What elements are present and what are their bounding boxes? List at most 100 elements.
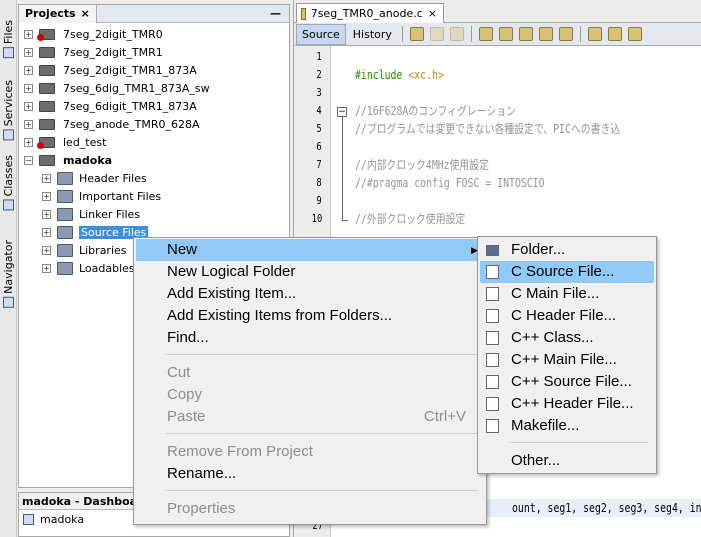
project-icon bbox=[39, 154, 55, 166]
submenu-item[interactable]: Makefile... bbox=[480, 415, 654, 437]
menu-item-paste[interactable]: Paste Ctrl+V bbox=[136, 406, 484, 428]
menu-item-new[interactable]: New ▶ bbox=[136, 239, 484, 261]
expand-icon[interactable]: + bbox=[24, 29, 33, 39]
project-item[interactable]: +7seg_2digit_TMR0 bbox=[24, 25, 163, 43]
code-line: //外部クロック使用設定 bbox=[355, 212, 466, 226]
project-item[interactable]: +7seg_6digit_TMR1_873A bbox=[24, 97, 197, 115]
submenu-item[interactable]: C++ Main File... bbox=[480, 349, 654, 371]
submenu-item[interactable]: C++ Header File... bbox=[480, 393, 654, 415]
source-button[interactable]: Source bbox=[296, 23, 346, 45]
expand-icon[interactable]: + bbox=[42, 209, 51, 219]
expand-icon[interactable]: + bbox=[24, 83, 33, 93]
project-item[interactable]: − madoka bbox=[24, 151, 112, 169]
expand-icon[interactable]: + bbox=[42, 227, 51, 237]
menu-separator bbox=[166, 354, 478, 355]
dashboard-icon bbox=[23, 514, 34, 525]
menu-item-new-logical-folder[interactable]: New Logical Folder bbox=[136, 261, 484, 283]
folder-icon bbox=[57, 261, 73, 275]
submenu-item[interactable]: C Header File... bbox=[480, 305, 654, 327]
project-item[interactable]: +7seg_2digit_TMR1_873A bbox=[24, 61, 197, 79]
logical-folder[interactable]: + Loadables bbox=[42, 259, 135, 277]
cpp-file-icon bbox=[486, 353, 499, 367]
classes-icon bbox=[3, 199, 14, 211]
submenu-item[interactable]: Other... bbox=[480, 450, 654, 472]
line-number: 8 bbox=[316, 176, 322, 189]
project-item[interactable]: +7seg_6dig_TMR1_873A_sw bbox=[24, 79, 210, 97]
new-submenu: Folder... C Source File... C Main File... C… bbox=[477, 236, 657, 474]
logical-folder[interactable]: + Important Files bbox=[42, 187, 161, 205]
code-line-26: ount, seg1, seg2, seg3, seg4, in bbox=[512, 501, 701, 515]
folder-icon bbox=[486, 245, 499, 256]
expand-icon[interactable]: + bbox=[42, 263, 51, 273]
navigator-tab[interactable]: Navigator bbox=[1, 240, 16, 308]
fold-icon[interactable]: − bbox=[337, 107, 347, 117]
close-icon[interactable]: × bbox=[81, 7, 90, 20]
submenu-item[interactable]: C++ Source File... bbox=[480, 371, 654, 393]
c-file-icon bbox=[486, 287, 499, 301]
next-bookmark-icon[interactable] bbox=[607, 27, 622, 41]
logical-folder[interactable]: + Libraries bbox=[42, 241, 127, 259]
projects-tab[interactable]: Projects × bbox=[19, 4, 97, 23]
expand-icon[interactable]: + bbox=[42, 173, 51, 183]
expand-icon[interactable]: + bbox=[42, 191, 51, 201]
rectangular-selection-icon[interactable] bbox=[558, 27, 573, 41]
menu-item-add-existing-items-from-folders[interactable]: Add Existing Items from Folders... bbox=[136, 305, 484, 327]
expand-icon[interactable]: + bbox=[24, 119, 33, 129]
services-tab[interactable]: Services bbox=[1, 80, 16, 141]
toggle-bookmark-icon[interactable] bbox=[627, 27, 642, 41]
editor-tab[interactable]: 7seg_TMR0_anode.c × bbox=[296, 3, 444, 23]
toggle-highlight-icon[interactable] bbox=[538, 27, 553, 41]
minimize-button[interactable]: — bbox=[270, 7, 281, 20]
close-icon[interactable]: × bbox=[428, 7, 437, 20]
menu-separator bbox=[510, 442, 648, 443]
context-menu: New ▶ New Logical Folder Add Existing Item.… bbox=[133, 237, 487, 525]
forward-icon[interactable] bbox=[449, 27, 464, 41]
last-edit-icon[interactable] bbox=[409, 27, 424, 41]
project-icon bbox=[39, 82, 55, 94]
code-line: //#pragma config FOSC = INTOSCIO bbox=[355, 176, 545, 190]
folder-icon bbox=[57, 207, 73, 221]
expand-icon[interactable]: + bbox=[24, 65, 33, 75]
line-number: 4 bbox=[316, 104, 322, 117]
project-item[interactable]: +7seg_anode_TMR0_628A bbox=[24, 115, 200, 133]
cpp-file-icon bbox=[486, 375, 499, 389]
history-button[interactable]: History bbox=[348, 25, 397, 44]
cpp-file-icon bbox=[486, 331, 499, 345]
menu-item-add-existing-item[interactable]: Add Existing Item... bbox=[136, 283, 484, 305]
expand-icon[interactable]: + bbox=[24, 137, 33, 147]
expand-icon[interactable]: + bbox=[24, 101, 33, 111]
menu-item-find[interactable]: Find... bbox=[136, 327, 484, 349]
project-icon bbox=[37, 28, 55, 41]
line-number: 1 bbox=[316, 50, 322, 63]
menu-item-cut[interactable]: Cut bbox=[136, 362, 484, 384]
submenu-item[interactable]: C Source File... bbox=[480, 261, 654, 283]
classes-tab[interactable]: Classes bbox=[1, 155, 16, 211]
submenu-item[interactable]: C++ Class... bbox=[480, 327, 654, 349]
code-line: //16F628Aのコンフィグレーション bbox=[355, 104, 516, 118]
project-item[interactable]: + led_test bbox=[24, 133, 106, 151]
expand-icon[interactable]: + bbox=[24, 47, 33, 57]
menu-item-remove-from-project[interactable]: Remove From Project bbox=[136, 441, 484, 463]
expand-icon[interactable]: + bbox=[42, 245, 51, 255]
find-previous-icon[interactable] bbox=[498, 27, 513, 41]
project-item[interactable]: +7seg_2digit_TMR1 bbox=[24, 43, 163, 61]
find-next-icon[interactable] bbox=[518, 27, 533, 41]
line-number: 6 bbox=[316, 140, 322, 153]
find-icon[interactable] bbox=[478, 27, 493, 41]
back-icon[interactable] bbox=[429, 27, 444, 41]
folder-icon bbox=[57, 225, 73, 239]
editor-toolbar: Source History bbox=[294, 23, 701, 46]
collapse-icon[interactable]: − bbox=[24, 155, 33, 165]
menu-item-properties[interactable]: Properties bbox=[136, 498, 484, 520]
files-tab[interactable]: Files bbox=[1, 20, 16, 59]
project-icon bbox=[39, 118, 55, 130]
menu-item-rename[interactable]: Rename... bbox=[136, 463, 484, 485]
project-icon bbox=[37, 136, 55, 149]
logical-folder[interactable]: + Linker Files bbox=[42, 205, 140, 223]
logical-folder[interactable]: + Header Files bbox=[42, 169, 147, 187]
menu-item-copy[interactable]: Copy bbox=[136, 384, 484, 406]
submenu-item[interactable]: C Main File... bbox=[480, 283, 654, 305]
previous-bookmark-icon[interactable] bbox=[587, 27, 602, 41]
dashboard-root[interactable]: madoka bbox=[40, 513, 84, 526]
submenu-item[interactable]: Folder... bbox=[480, 239, 654, 261]
